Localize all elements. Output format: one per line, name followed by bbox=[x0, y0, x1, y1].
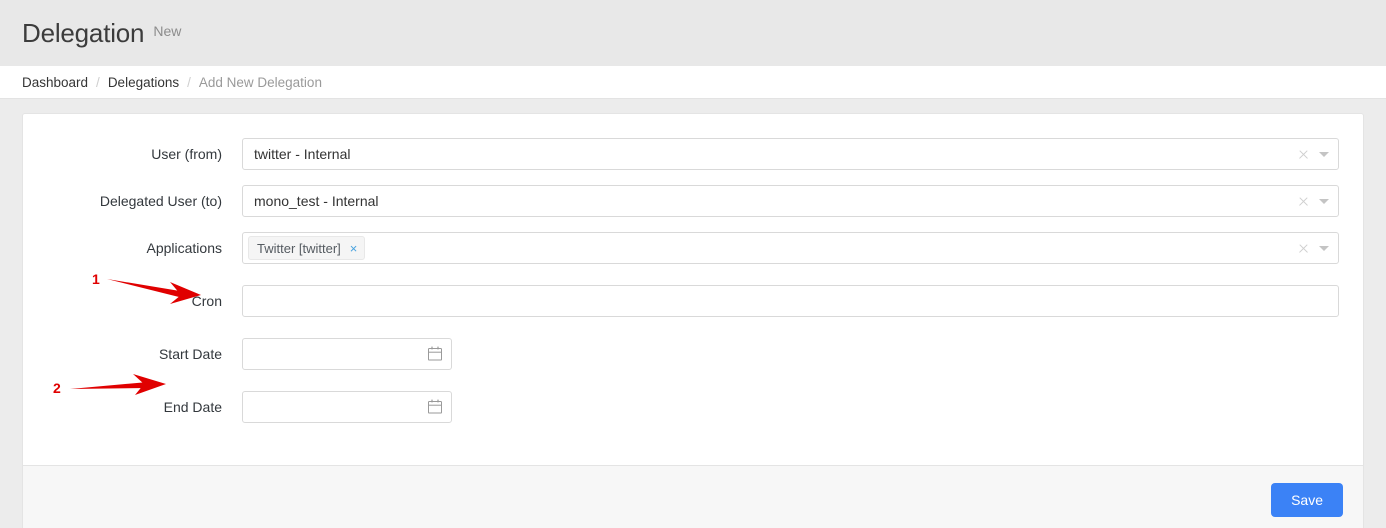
form-row-start-date: Start Date bbox=[23, 338, 1363, 370]
end-date-wrap bbox=[242, 391, 452, 423]
applications-tag-label: Twitter [twitter] bbox=[257, 240, 341, 256]
breadcrumb-item-dashboard[interactable]: Dashboard bbox=[22, 75, 88, 90]
chevron-down-icon[interactable] bbox=[1319, 151, 1329, 157]
breadcrumb: Dashboard / Delegations / Add New Delega… bbox=[0, 66, 1386, 99]
applications-tag[interactable]: Twitter [twitter] × bbox=[248, 236, 366, 260]
start-date-control bbox=[242, 338, 1363, 370]
start-date-label: Start Date bbox=[158, 346, 222, 362]
cron-label: Cron bbox=[191, 293, 222, 309]
save-button[interactable]: Save bbox=[1271, 482, 1343, 517]
user-from-value: twitter - Internal bbox=[254, 146, 351, 162]
form-body: User (from) twitter - Internal Delegated… bbox=[23, 114, 1363, 465]
annotation-number-1: 1 bbox=[92, 271, 100, 287]
delegated-user-to-select-icons bbox=[1297, 186, 1329, 216]
user-from-label: User (from) bbox=[151, 146, 222, 162]
delegated-user-to-value: mono_test - Internal bbox=[254, 193, 379, 209]
user-from-select[interactable]: twitter - Internal bbox=[242, 138, 1339, 170]
page-body: User (from) twitter - Internal Delegated… bbox=[0, 99, 1386, 528]
user-from-select-icons bbox=[1297, 139, 1329, 169]
end-date-input[interactable] bbox=[242, 391, 452, 423]
breadcrumb-separator: / bbox=[187, 74, 191, 90]
cron-input[interactable] bbox=[242, 285, 1339, 317]
end-date-control bbox=[242, 391, 1363, 423]
form-row-end-date: End Date bbox=[23, 391, 1363, 423]
page-title: Delegation bbox=[22, 17, 145, 48]
close-icon[interactable] bbox=[1297, 242, 1310, 255]
start-date-wrap bbox=[242, 338, 452, 370]
form-row-applications: Applications Twitter [twitter] × bbox=[23, 232, 1363, 264]
delegation-form-card: User (from) twitter - Internal Delegated… bbox=[22, 113, 1364, 528]
chevron-down-icon[interactable] bbox=[1319, 245, 1329, 251]
page-subtitle: New bbox=[153, 23, 182, 39]
start-date-input[interactable] bbox=[242, 338, 452, 370]
delegated-user-to-control: mono_test - Internal bbox=[242, 185, 1363, 217]
delegated-user-to-label: Delegated User (to) bbox=[99, 193, 222, 209]
chevron-down-icon[interactable] bbox=[1319, 198, 1329, 204]
applications-control: Twitter [twitter] × bbox=[242, 232, 1363, 264]
form-footer: Save bbox=[23, 465, 1363, 528]
breadcrumb-item-current: Add New Delegation bbox=[198, 74, 322, 90]
user-from-control: twitter - Internal bbox=[242, 138, 1363, 170]
cron-control bbox=[242, 285, 1363, 317]
breadcrumb-item-delegations[interactable]: Delegations bbox=[108, 75, 179, 90]
form-row-user-from: User (from) twitter - Internal bbox=[23, 138, 1363, 170]
applications-select-icons bbox=[1297, 233, 1329, 263]
delegated-user-to-select[interactable]: mono_test - Internal bbox=[242, 185, 1339, 217]
form-row-delegated-user-to: Delegated User (to) mono_test - Internal bbox=[23, 185, 1363, 217]
close-icon[interactable] bbox=[1297, 195, 1310, 208]
page-header: Delegation New bbox=[0, 0, 1386, 66]
applications-label: Applications bbox=[146, 240, 223, 256]
breadcrumb-separator: / bbox=[96, 74, 100, 90]
applications-multiselect[interactable]: Twitter [twitter] × bbox=[242, 232, 1339, 264]
tag-remove-icon[interactable]: × bbox=[350, 242, 358, 255]
form-row-cron: Cron bbox=[23, 285, 1363, 317]
annotation-number-2: 2 bbox=[53, 380, 61, 396]
close-icon[interactable] bbox=[1297, 148, 1310, 161]
